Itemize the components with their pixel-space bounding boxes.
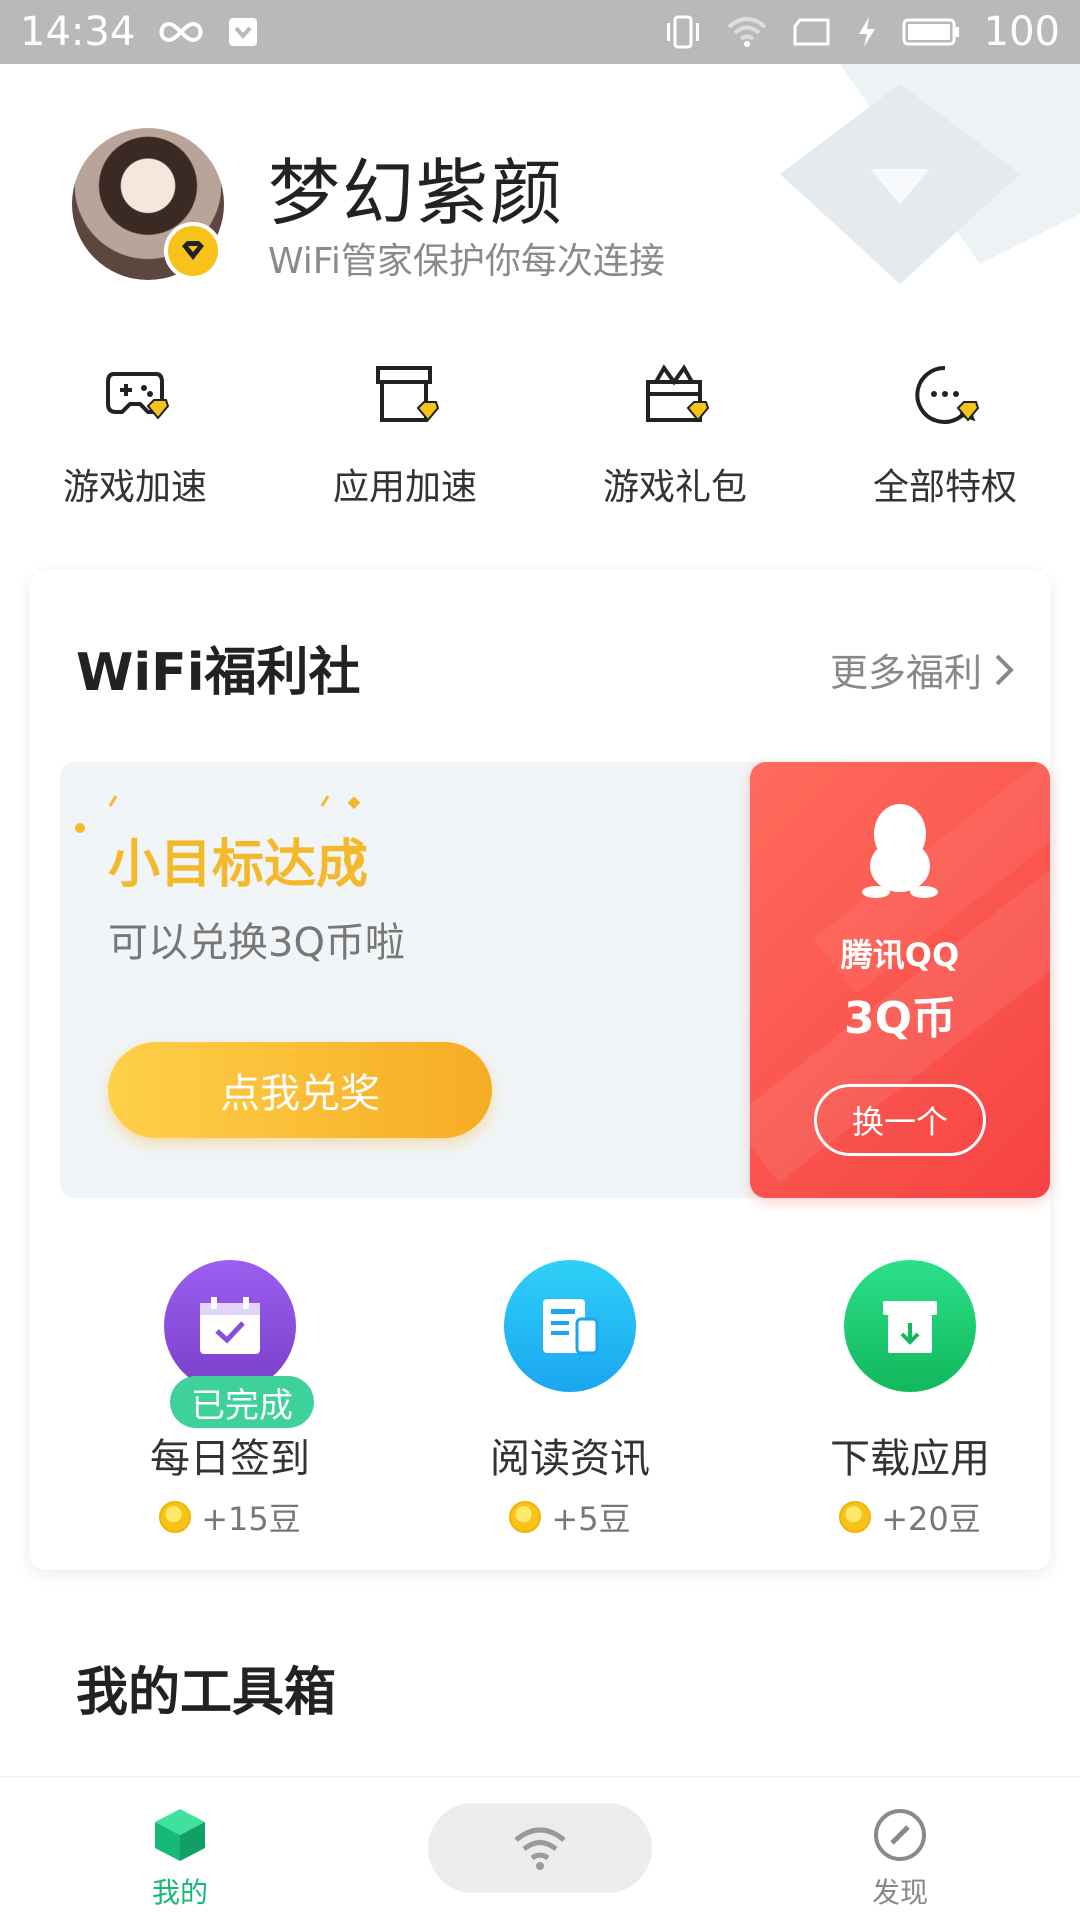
reward-name: 腾讯QQ (840, 936, 960, 974)
task-label: 下载应用 (830, 1436, 990, 1482)
qq-penguin-icon (862, 804, 938, 898)
task-reward-value: +5豆 (551, 1500, 631, 1538)
quick-action-label: 全部特权 (872, 467, 1017, 508)
task-reward: +15豆 (159, 1494, 301, 1540)
vibrate-icon (664, 15, 702, 49)
quick-action-label: 应用加速 (332, 467, 477, 508)
quick-actions: 游戏加速 应用加速 游戏礼包 全部特权 (0, 360, 1080, 520)
swap-reward-button[interactable]: 换一个 (814, 1084, 986, 1156)
task-download-app[interactable]: 下载应用 +20豆 (740, 1260, 1080, 1540)
bottom-nav: 我的 发现 (0, 1776, 1080, 1920)
wifi-signal-icon (726, 15, 768, 49)
download-box-icon (844, 1260, 976, 1392)
sim-card-icon (792, 17, 832, 47)
task-label: 阅读资讯 (490, 1436, 650, 1482)
status-bar: 14:34 100 (0, 0, 1080, 64)
quick-action-game-boost[interactable]: 游戏加速 (0, 360, 270, 520)
more-chat-icon (915, 365, 980, 424)
infinity-icon (157, 18, 205, 46)
welfare-title: WiFi福利社 (76, 643, 361, 703)
nav-wifi-button[interactable] (428, 1803, 652, 1893)
reward-value: 3Q币 (843, 993, 957, 1044)
promo-title: 小目标达成 (108, 835, 369, 895)
gamepad-icon (106, 372, 170, 420)
quick-action-label: 游戏加速 (62, 467, 207, 508)
compass-icon (874, 1809, 926, 1861)
chevron-right-icon (995, 654, 1014, 685)
coin-icon (509, 1501, 542, 1533)
task-read-news[interactable]: 阅读资讯 +5豆 (400, 1260, 740, 1540)
news-icon (504, 1260, 636, 1392)
task-reward-value: +15豆 (201, 1500, 301, 1538)
task-list: 已完成 每日签到 +15豆 阅读资讯 +5豆 下载应用 +20豆 (30, 1260, 1050, 1560)
battery-level: 100 (983, 9, 1060, 55)
shield-app-icon (227, 16, 259, 48)
promo-subtitle: 可以兑换3Q币啦 (108, 920, 405, 966)
nav-tab-mine[interactable]: 我的 (130, 1807, 230, 1911)
task-reward: +5豆 (509, 1494, 631, 1540)
task-reward-value: +20豆 (881, 1500, 981, 1538)
task-reward: +20豆 (839, 1494, 981, 1540)
toolbox-title: 我的工具箱 (76, 1663, 337, 1723)
diamond-decoration (780, 64, 1080, 284)
gift-box-icon (646, 364, 710, 422)
quick-action-all-privileges[interactable]: 全部特权 (810, 360, 1080, 520)
nav-tab-label: 我的 (151, 1876, 208, 1909)
coin-icon (839, 1501, 872, 1533)
vip-diamond-icon (164, 222, 222, 280)
reward-card: 腾讯QQ 3Q币 换一个 (750, 762, 1050, 1198)
quick-action-label: 游戏礼包 (602, 467, 747, 508)
nav-tab-discover[interactable]: 发现 (850, 1807, 950, 1911)
user-subtitle: WiFi管家保护你每次连接 (268, 241, 665, 282)
battery-icon (902, 17, 960, 47)
quick-action-game-gift[interactable]: 游戏礼包 (540, 360, 810, 520)
cube-icon (155, 1809, 205, 1861)
quick-action-app-boost[interactable]: 应用加速 (270, 360, 540, 520)
task-daily-checkin[interactable]: 已完成 每日签到 +15豆 (60, 1260, 400, 1540)
more-welfare-label: 更多福利 (829, 651, 982, 695)
user-name: 梦幻紫颜 (268, 151, 565, 235)
task-label: 每日签到 (150, 1436, 310, 1482)
app-box-icon (376, 366, 440, 422)
charging-icon (856, 15, 878, 49)
status-time: 14:34 (20, 9, 136, 55)
redeem-button[interactable]: 点我兑奖 (108, 1042, 492, 1138)
more-welfare-link[interactable]: 更多福利 (830, 642, 1014, 697)
completed-badge: 已完成 (170, 1376, 314, 1428)
coin-icon (159, 1501, 192, 1533)
wifi-icon (514, 1827, 566, 1870)
nav-tab-label: 发现 (871, 1876, 928, 1909)
welfare-card: WiFi福利社 更多福利 小目标达成 可以兑换3Q币啦 点我兑奖 腾讯QQ 3Q… (30, 570, 1050, 1570)
calendar-check-icon (164, 1260, 296, 1392)
